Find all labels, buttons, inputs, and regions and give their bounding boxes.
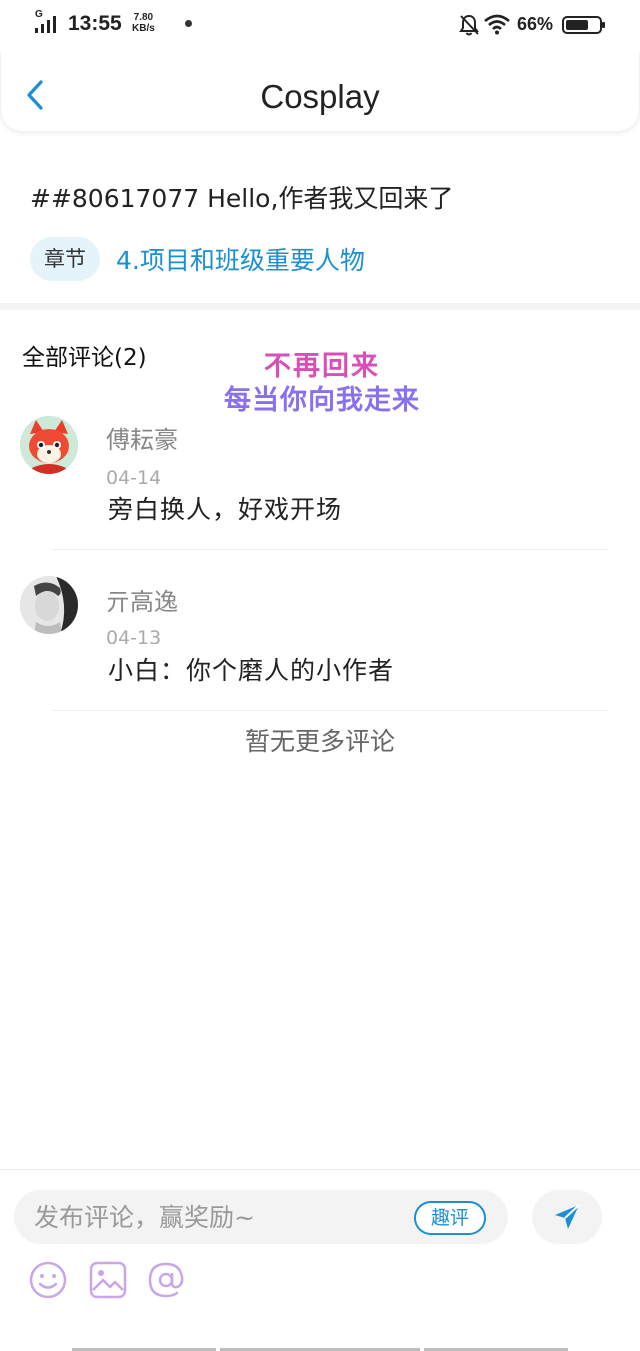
post-title: ##80617077 Hello,作者我又回来了	[30, 184, 454, 213]
speed-unit: KB/s	[132, 23, 155, 34]
fox-avatar-image	[20, 416, 78, 474]
mute-bell-icon	[459, 14, 479, 36]
notification-dot	[185, 20, 192, 27]
avatar[interactable]	[20, 576, 78, 634]
comment-date: 04-14	[106, 467, 162, 484]
clock: 13:55	[68, 12, 122, 35]
status-bar: G 13:55 7.80 KB/s 66%	[0, 0, 640, 52]
sticker-line-2: 每当你向我走来	[224, 385, 420, 416]
comment-divider	[52, 549, 608, 550]
image-icon[interactable]	[88, 1260, 128, 1300]
comment-text[interactable]: 小白：你个磨人的小作者	[108, 651, 394, 687]
battery-icon	[562, 16, 605, 34]
chapter-row[interactable]: 章节 4.项目和班级重要人物	[30, 237, 365, 281]
mention-icon[interactable]	[146, 1260, 186, 1300]
chapter-link[interactable]: 4.项目和班级重要人物	[116, 241, 365, 277]
no-more-comments: 暂无更多评论	[244, 727, 395, 756]
wifi-icon	[484, 14, 510, 35]
portrait-avatar-image	[20, 576, 78, 634]
comment-input[interactable]	[34, 1190, 404, 1244]
fun-comment-button[interactable]: 趣评	[414, 1201, 486, 1235]
section-divider	[0, 303, 640, 310]
top-app-bar: Cosplay	[0, 52, 640, 132]
send-button[interactable]	[532, 1190, 602, 1244]
chapter-tag: 章节	[30, 237, 100, 281]
network-speed: 7.80 KB/s	[132, 12, 155, 34]
comment-divider	[52, 710, 608, 711]
comment-input-container[interactable]: 趣评	[14, 1190, 508, 1244]
comment-author[interactable]: 亓高逸	[106, 582, 178, 617]
decorative-sticker-text: 不再回来 每当你向我走来	[202, 350, 442, 422]
avatar[interactable]	[20, 416, 78, 474]
send-icon	[555, 1204, 580, 1229]
sticker-line-1: 不再回来	[264, 351, 380, 382]
speed-value: 7.80	[133, 12, 154, 23]
signal-icon	[35, 16, 56, 33]
comments-heading: 全部评论(2)	[22, 345, 147, 371]
comment-author[interactable]: 傅耘豪	[106, 420, 178, 455]
emoji-icon[interactable]	[28, 1260, 68, 1300]
battery-percent: 66%	[517, 14, 554, 34]
comment-date: 04-13	[106, 627, 162, 644]
comment-text[interactable]: 旁白换人，好戏开场	[108, 490, 342, 526]
comment-input-bar: 趣评	[0, 1169, 640, 1351]
page-title: Cosplay	[260, 78, 380, 115]
